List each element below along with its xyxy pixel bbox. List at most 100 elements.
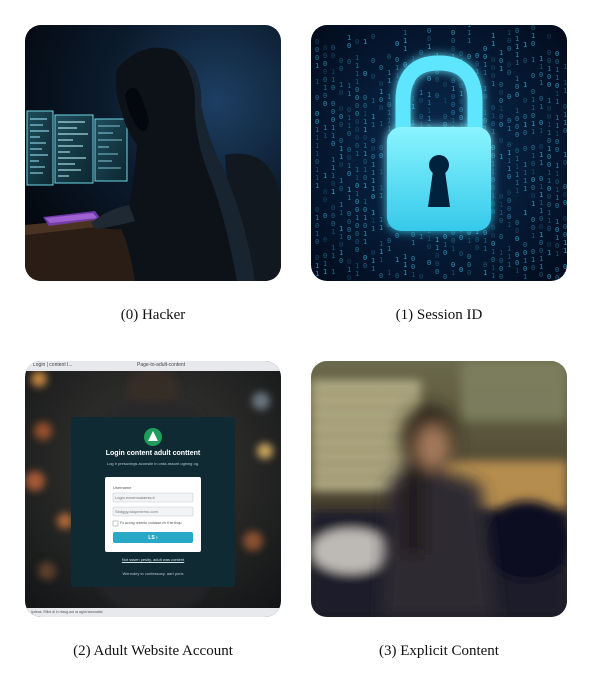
binary-digit: 0 [547,57,551,65]
binary-digit: 0 [555,50,559,58]
binary-digit: 0 [451,37,455,45]
binary-digit: 1 [443,97,447,105]
binary-digit: 0 [323,252,327,260]
binary-digit: 1 [323,260,327,268]
binary-digit: 1 [547,97,551,105]
binary-digit: 0 [499,233,503,241]
binary-digit: 1 [563,119,567,127]
binary-digit: 0 [331,220,335,228]
binary-digit: 0 [387,101,391,109]
binary-digit: 0 [523,241,527,249]
binary-digit: 0 [539,175,543,183]
binary-digit: 0 [331,180,335,188]
binary-digit: 1 [555,170,559,178]
binary-digit: 0 [443,233,447,241]
login-subtitle: Log ir presuvings aconsile in onta assun… [106,461,200,466]
binary-digit: 1 [523,177,527,185]
binary-digit: 1 [547,209,551,217]
binary-digit: 0 [507,45,511,53]
signup-link: Not sssen pesity, adult was content [121,557,185,562]
padlock-illustration: 0001100011110111010100110000010011100000… [311,25,567,281]
binary-digit: 0 [363,262,367,270]
binary-digit: 0 [507,197,511,205]
binary-digit: 1 [387,93,391,101]
binary-digit: 1 [539,231,543,239]
login-footer: Wenndey to contessusy. aart poris [122,571,184,576]
binary-digit: 0 [323,100,327,108]
binary-digit: 0 [371,193,375,201]
binary-digit: 0 [315,238,319,246]
binary-digit: 1 [371,217,375,225]
binary-digit: 1 [451,269,455,277]
binary-digit: 0 [451,109,455,117]
binary-digit: 1 [507,245,511,253]
binary-digit: 0 [395,56,399,64]
binary-digit: 0 [491,104,495,112]
binary-digit: 1 [563,111,567,119]
binary-digit: 1 [403,253,407,261]
binary-digit: 0 [491,208,495,216]
binary-digit: 1 [547,217,551,225]
binary-digit: 0 [323,52,327,60]
binary-digit: 0 [347,210,351,218]
binary-digit: 0 [547,225,551,233]
binary-digit: 0 [499,97,503,105]
binary-digit: 0 [515,227,519,235]
binary-digit: 0 [499,121,503,129]
binary-digit: 0 [547,273,551,281]
binary-digit: 0 [547,105,551,113]
binary-digit: 0 [379,144,383,152]
binary-digit: 1 [331,132,335,140]
binary-digit: 0 [459,114,463,122]
binary-digit: 0 [363,102,367,110]
binary-digit: 0 [539,143,543,151]
binary-digit: 0 [515,131,519,139]
binary-digit: 1 [539,127,543,135]
binary-digit: 0 [539,223,543,231]
binary-digit: 0 [315,206,319,214]
binary-digit: 1 [379,184,383,192]
binary-digit: 1 [531,256,535,264]
binary-digit: 0 [547,193,551,201]
binary-digit: 0 [531,192,535,200]
binary-digit: 0 [491,184,495,192]
binary-digit: 1 [515,51,519,59]
binary-digit: 0 [507,141,511,149]
binary-digit: 1 [419,233,423,241]
binary-digit: 1 [555,122,559,130]
binary-digit: 1 [315,270,319,278]
binary-digit: 1 [347,114,351,122]
binary-digit: 1 [411,119,415,127]
binary-digit: 0 [435,260,439,268]
binary-digit: 0 [539,71,543,79]
binary-digit: 0 [475,236,479,244]
binary-digit: 0 [507,213,511,221]
binary-digit: 0 [355,102,359,110]
binary-digit: 1 [355,166,359,174]
binary-digit: 0 [339,161,343,169]
binary-digit: 1 [523,41,527,49]
binary-digit: 1 [363,166,367,174]
binary-digit: 0 [331,204,335,212]
binary-digit: 0 [515,219,519,227]
binary-digit: 1 [531,232,535,240]
binary-digit: 1 [331,188,335,196]
binary-digit: 0 [315,46,319,54]
binary-digit: 0 [347,154,351,162]
binary-digit: 0 [451,261,455,269]
binary-digit: 1 [515,59,519,67]
binary-digit: 0 [323,212,327,220]
binary-digit: 0 [323,196,327,204]
binary-digit: 1 [531,152,535,160]
login-button: LS › [148,535,158,541]
binary-digit: 1 [507,261,511,269]
binary-digit: 0 [547,161,551,169]
binary-digit: 1 [315,142,319,150]
binary-digit: 0 [347,42,351,50]
binary-digit: 0 [339,113,343,121]
binary-digit: 0 [427,27,431,35]
binary-digit: 0 [427,75,431,83]
binary-digit: 1 [555,250,559,258]
binary-digit: 0 [331,108,335,116]
binary-digit: 1 [339,209,343,217]
